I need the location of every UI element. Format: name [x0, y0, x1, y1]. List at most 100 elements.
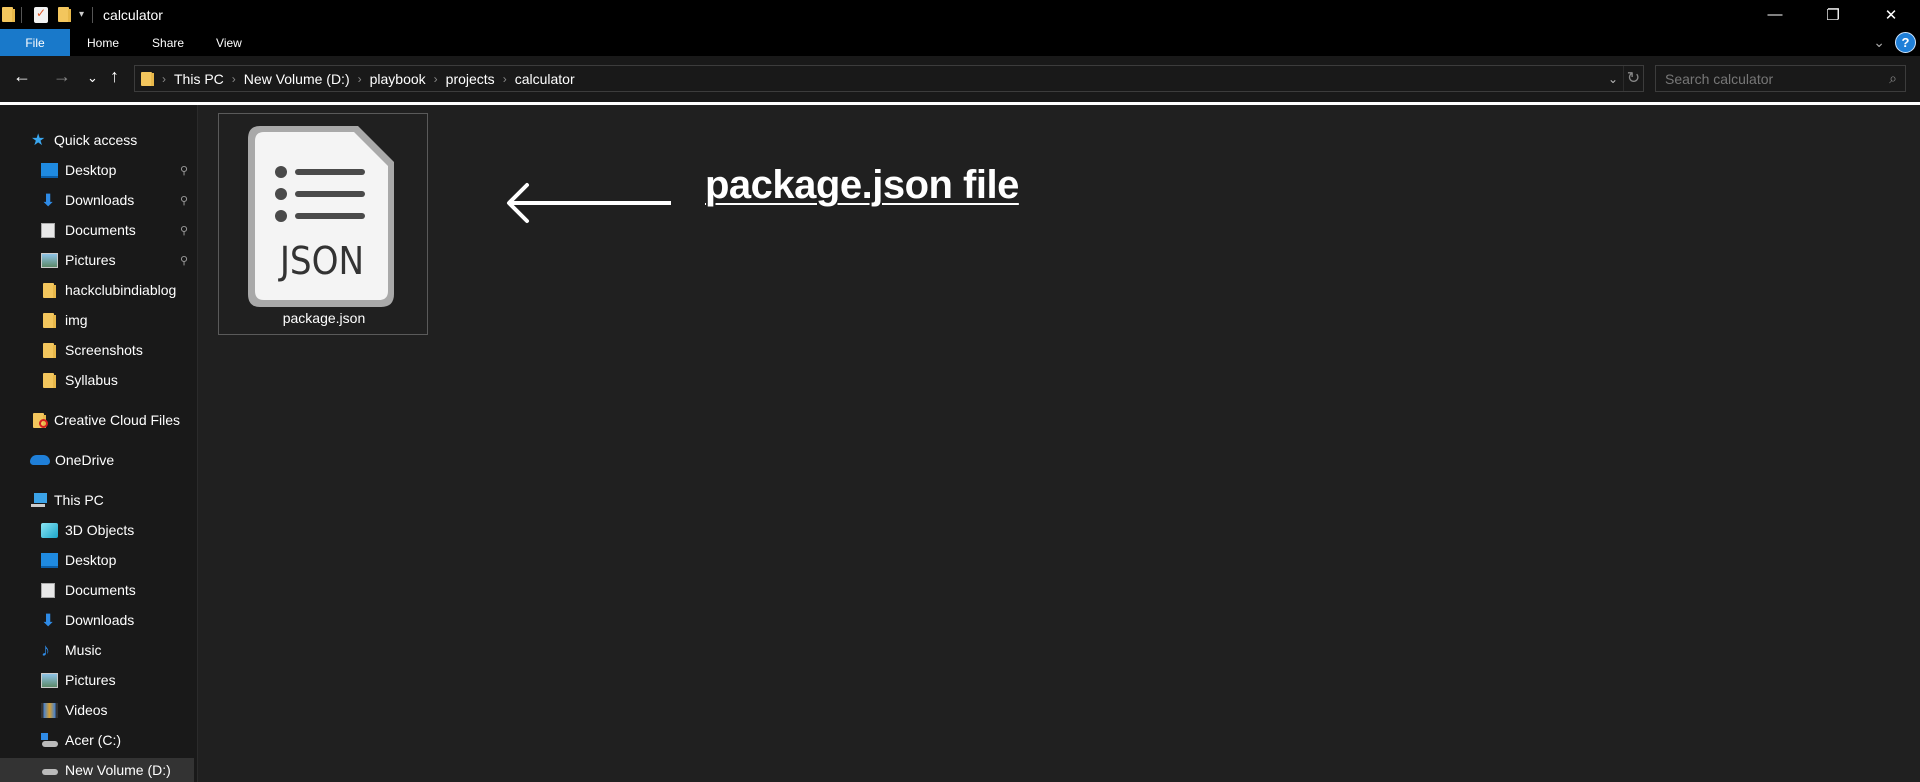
sidebar-item-label: This PC — [54, 492, 104, 508]
onedrive-icon — [30, 455, 50, 465]
sidebar-item-music[interactable]: ♪ Music — [0, 638, 194, 662]
sidebar-item-label: Downloads — [65, 612, 135, 628]
sidebar-item-label: New Volume (D:) — [65, 762, 171, 778]
search-input[interactable] — [1665, 70, 1875, 87]
search-box[interactable]: ⌕ — [1655, 65, 1906, 92]
new-folder-icon[interactable] — [58, 7, 71, 22]
breadcrumb-this-pc[interactable]: This PC — [174, 71, 224, 87]
pin-icon[interactable]: ⚲ — [180, 254, 188, 267]
window-title: calculator — [103, 6, 163, 23]
search-icon[interactable]: ⌕ — [1889, 70, 1897, 87]
chevron-right-icon[interactable]: › — [434, 72, 438, 86]
pin-icon[interactable]: ⚲ — [180, 164, 188, 177]
folder-icon — [2, 7, 15, 22]
minimize-button[interactable]: — — [1746, 0, 1804, 29]
properties-icon[interactable] — [34, 6, 48, 23]
sidebar-item-label: img — [65, 312, 88, 328]
downloads-icon: ⬇ — [41, 190, 56, 210]
annotation-label: package.json file — [705, 163, 1019, 207]
back-button[interactable]: ← — [13, 66, 31, 87]
ribbon: File Home Share View ⌄ ? — [0, 29, 1920, 56]
breadcrumb-calculator[interactable]: calculator — [515, 71, 575, 87]
documents-icon — [41, 582, 55, 598]
sidebar-item-documents-pc[interactable]: Documents — [0, 578, 194, 602]
file-type-label: JSON — [278, 239, 364, 283]
breadcrumb-new-volume[interactable]: New Volume (D:) — [244, 71, 350, 87]
navigation-bar: ← → ⌄ ↑ › This PC › New Volume (D:) › pl… — [0, 56, 1920, 102]
sidebar-item-label: Pictures — [65, 252, 116, 268]
up-button[interactable]: ↑ — [110, 66, 119, 87]
sidebar-item-drive-c[interactable]: Acer (C:) — [0, 728, 194, 752]
pin-icon[interactable]: ⚲ — [180, 224, 188, 237]
folder-icon — [43, 342, 56, 358]
sidebar-item-this-pc[interactable]: This PC — [0, 488, 194, 512]
expand-ribbon-icon[interactable]: ⌄ — [1873, 34, 1885, 51]
json-file-icon: JSON — [248, 126, 394, 307]
restore-button[interactable]: ❐ — [1804, 0, 1862, 29]
restore-icon: ❐ — [1826, 6, 1840, 24]
sidebar-item-desktop-pc[interactable]: Desktop — [0, 548, 194, 572]
recent-locations-button[interactable]: ⌄ — [87, 70, 98, 86]
sidebar-item-syllabus[interactable]: Syllabus — [0, 368, 194, 392]
sidebar-item-downloads[interactable]: ⬇ Downloads ⚲ — [0, 188, 194, 212]
music-icon: ♪ — [41, 639, 50, 660]
desktop-icon — [41, 162, 58, 178]
sidebar-item-label: Downloads — [65, 192, 135, 208]
chevron-right-icon[interactable]: › — [358, 72, 362, 86]
separator — [21, 6, 22, 23]
sidebar-item-screenshots[interactable]: Screenshots — [0, 338, 194, 362]
folder-icon — [43, 282, 56, 298]
address-bar[interactable]: › This PC › New Volume (D:) › playbook ›… — [134, 65, 1644, 92]
tab-file[interactable]: File — [0, 29, 70, 56]
forward-button[interactable]: → — [53, 66, 71, 87]
chevron-right-icon[interactable]: › — [232, 72, 236, 86]
sidebar-item-pictures[interactable]: Pictures ⚲ — [0, 248, 194, 272]
tab-share[interactable]: Share — [136, 29, 200, 56]
breadcrumb-playbook[interactable]: playbook — [370, 71, 426, 87]
sidebar-item-creative-cloud[interactable]: Creative Cloud Files — [0, 408, 194, 432]
sidebar-item-label: Documents — [65, 582, 136, 598]
refresh-icon[interactable]: ↻ — [1623, 66, 1643, 91]
pictures-icon — [41, 252, 58, 268]
sidebar-item-img[interactable]: img — [0, 308, 194, 332]
annotation-arrow-icon — [507, 183, 671, 223]
sidebar-item-label: Pictures — [65, 672, 116, 688]
sidebar-item-drive-d[interactable]: New Volume (D:) — [0, 758, 194, 782]
minimize-icon: — — [1767, 6, 1783, 23]
sidebar-item-onedrive[interactable]: OneDrive — [0, 448, 194, 472]
sidebar-item-label: Desktop — [65, 162, 117, 178]
sidebar-item-3d-objects[interactable]: 3D Objects — [0, 518, 194, 542]
breadcrumb-projects[interactable]: projects — [446, 71, 495, 87]
customize-dropdown-icon[interactable]: ▾ — [79, 9, 84, 20]
sidebar-item-quick-access[interactable]: ★ Quick access — [0, 128, 194, 152]
star-icon: ★ — [31, 131, 46, 149]
sidebar-item-downloads-pc[interactable]: ⬇ Downloads — [0, 608, 194, 632]
sidebar-item-label: Documents — [65, 222, 136, 238]
chevron-right-icon[interactable]: › — [162, 72, 166, 86]
window-controls: — ❐ ✕ — [1746, 0, 1920, 29]
creative-cloud-icon — [33, 412, 48, 428]
navigation-pane: ★ Quick access Desktop ⚲ ⬇ Downloads ⚲ D… — [0, 105, 197, 782]
close-button[interactable]: ✕ — [1862, 0, 1920, 29]
sidebar-item-label: Desktop — [65, 552, 117, 568]
chevron-right-icon[interactable]: › — [503, 72, 507, 86]
folder-icon — [43, 312, 56, 328]
this-pc-icon — [31, 492, 47, 508]
tab-home[interactable]: Home — [70, 29, 136, 56]
sidebar-item-desktop[interactable]: Desktop ⚲ — [0, 158, 194, 182]
downloads-icon: ⬇ — [41, 610, 56, 630]
sidebar-item-pictures-pc[interactable]: Pictures — [0, 668, 194, 692]
3d-objects-icon — [41, 522, 58, 538]
help-icon[interactable]: ? — [1895, 32, 1916, 53]
pin-icon[interactable]: ⚲ — [180, 194, 188, 207]
sidebar-item-documents[interactable]: Documents ⚲ — [0, 218, 194, 242]
documents-icon — [41, 222, 55, 238]
drive-d-icon — [41, 763, 58, 778]
file-name: package.json — [282, 310, 366, 326]
drive-c-icon — [41, 732, 58, 748]
sidebar-item-videos[interactable]: Videos — [0, 698, 194, 722]
address-dropdown-icon[interactable]: ⌄ — [1603, 72, 1623, 86]
tab-view[interactable]: View — [200, 29, 258, 56]
sidebar-item-hackclubindiablog[interactable]: hackclubindiablog — [0, 278, 194, 302]
file-item[interactable]: JSON package.json — [218, 113, 428, 335]
